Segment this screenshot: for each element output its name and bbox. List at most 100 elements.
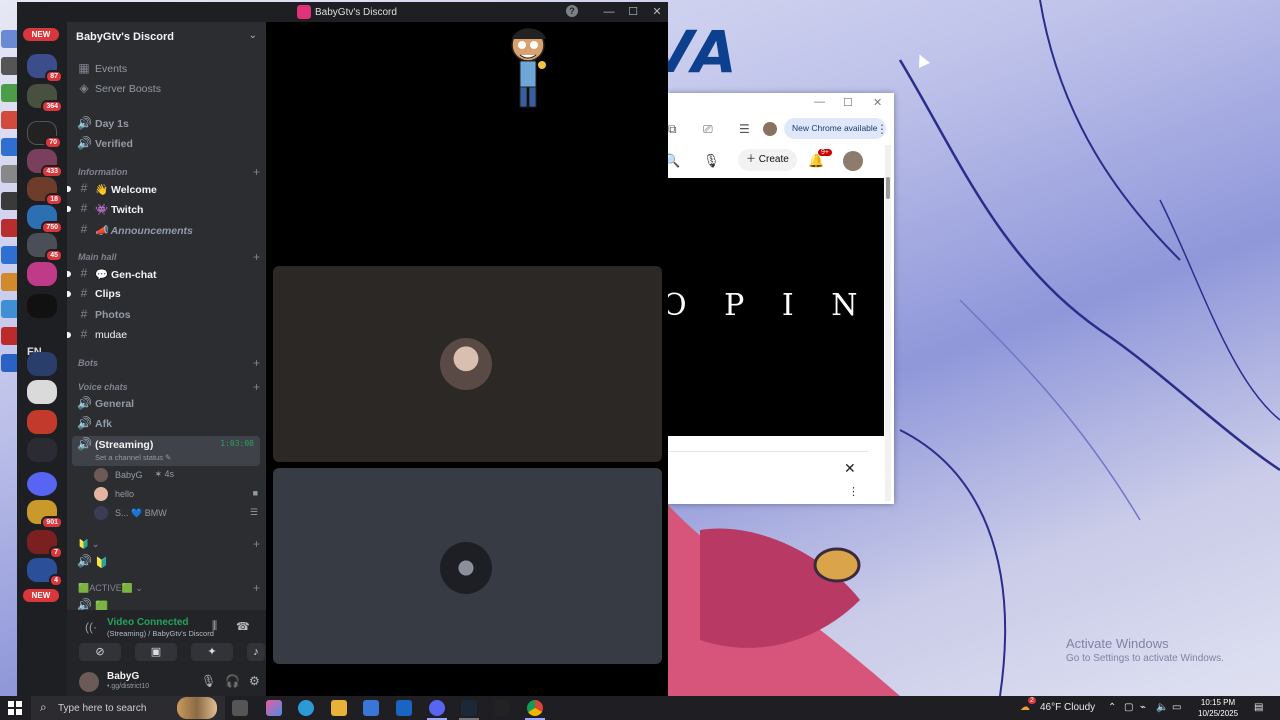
server-icon[interactable] [27, 380, 57, 404]
voice-channel-day-1s[interactable]: 🔊 Day 1s [67, 115, 266, 133]
notifications-icon[interactable]: ▤ [1254, 702, 1263, 713]
category-bots[interactable]: Bots + [67, 355, 266, 373]
media-control-icon[interactable]: ☰ [739, 122, 750, 136]
server-icon[interactable] [27, 352, 57, 376]
disconnect-icon[interactable]: ☎ [236, 620, 250, 633]
new-badge[interactable]: NEW [23, 589, 59, 602]
maximize-button[interactable]: ☐ [626, 5, 640, 19]
taskbar-clock[interactable]: 10:15 PM 10/25/2025 [1198, 697, 1238, 719]
folder-icon[interactable] [27, 472, 57, 496]
server-icon[interactable]: 7 [27, 530, 63, 559]
weather-text[interactable]: 46°F Cloudy [1040, 702, 1095, 713]
menu-kebab-icon[interactable]: ⋮ [876, 122, 888, 136]
server-icon[interactable] [27, 262, 57, 286]
minimize-button[interactable]: — [602, 5, 616, 19]
start-button[interactable] [8, 701, 22, 715]
server-icon[interactable] [27, 410, 57, 434]
noise-suppression-icon[interactable]: ⫼ [212, 620, 217, 633]
guild-header[interactable]: BabyGtv's Discord ⌄ [67, 22, 266, 52]
help-icon[interactable]: ? [566, 5, 578, 17]
channel-status-link[interactable]: Set a channel status ✎ [95, 453, 171, 462]
video-tile-user[interactable] [273, 468, 662, 664]
minimize-button[interactable]: — [814, 96, 825, 108]
voice-user[interactable]: hello ■ [67, 485, 266, 503]
extension-icon[interactable]: ⧉ [668, 122, 677, 137]
task-view-icon[interactable] [232, 700, 248, 716]
chrome-icon[interactable] [527, 700, 543, 716]
voice-channel-unnamed[interactable]: 🔊 🔰 [67, 553, 266, 571]
text-channel-welcome[interactable]: # 👋 Welcome [67, 180, 266, 198]
discord-taskbar-icon[interactable] [429, 700, 445, 716]
server-icon[interactable]: 901 [27, 500, 63, 529]
text-channel-photos[interactable]: # Photos [67, 306, 266, 324]
server-icon[interactable]: 18 [27, 177, 63, 206]
video-player[interactable]: O P I N [668, 178, 884, 436]
text-channel-gen-chat[interactable]: # 💬 Gen-chat [67, 265, 266, 283]
chevron-up-icon[interactable]: ⌃ [1108, 702, 1116, 713]
server-icon[interactable]: 4 [27, 558, 63, 587]
soundboard-button[interactable]: ♪ [247, 643, 265, 661]
add-channel-icon[interactable]: + [253, 250, 260, 264]
server-icon[interactable] [27, 294, 57, 318]
add-channel-icon[interactable]: + [253, 165, 260, 179]
search-icon[interactable]: 🔍 [668, 153, 680, 169]
headphones-icon[interactable]: 🎧 [225, 674, 240, 688]
text-channel-announcements[interactable]: # 📣 Announcements [67, 221, 266, 239]
text-channel-mudae[interactable]: # mudae [67, 326, 266, 344]
server-icon[interactable]: 70 [27, 121, 62, 149]
activities-button[interactable]: ✦ [191, 643, 233, 661]
maximize-button[interactable]: ☐ [843, 96, 853, 109]
category-unnamed[interactable]: 🔰 ⌄ + [67, 536, 266, 554]
sidebar-item-server-boosts[interactable]: ◈ Server Boosts [67, 80, 266, 98]
outlook-icon[interactable] [396, 700, 412, 716]
avatar[interactable] [843, 151, 863, 171]
sidebar-item-events[interactable]: ▦ Events [67, 60, 266, 78]
scrollbar-thumb[interactable] [886, 177, 890, 199]
new-badge[interactable]: NEW [23, 28, 59, 41]
add-channel-icon[interactable]: + [253, 380, 260, 394]
scrollbar[interactable] [885, 145, 891, 501]
text-channel-clips[interactable]: # Clips [67, 285, 266, 303]
copilot-icon[interactable] [266, 700, 282, 716]
server-icon[interactable]: 750 [27, 205, 63, 234]
create-button[interactable]: ＋ Create [738, 149, 797, 171]
new-chrome-available-button[interactable]: New Chrome available [784, 118, 886, 139]
store-icon[interactable] [363, 700, 379, 716]
camera-off-button[interactable]: ⊘ [79, 643, 121, 661]
menu-kebab-icon[interactable]: ⋮ [848, 485, 859, 498]
edge-icon[interactable] [298, 700, 314, 716]
file-explorer-icon[interactable] [331, 700, 347, 716]
gear-icon[interactable]: ⚙ [249, 674, 260, 688]
close-icon[interactable]: ✕ [844, 460, 856, 477]
microphone-icon[interactable]: 🎙 [201, 674, 216, 688]
microphone-icon[interactable]: 🎙 [703, 153, 720, 169]
voice-channel-afk[interactable]: 🔊 Afk [67, 415, 266, 433]
avatar[interactable] [79, 672, 99, 692]
network-icon[interactable]: ⌁ [1140, 702, 1146, 713]
server-icon[interactable]: 364 [27, 84, 63, 113]
video-tile-babyg[interactable] [273, 266, 662, 462]
volume-icon[interactable]: 🔈 [1156, 702, 1168, 713]
tray-icon[interactable]: ▢ [1124, 702, 1133, 713]
voice-user[interactable]: BabyG ✶ 4s [67, 466, 266, 484]
add-channel-icon[interactable]: + [253, 581, 260, 595]
screen-share-button[interactable]: ▣ [135, 643, 177, 661]
voice-status[interactable]: Video Connected [107, 617, 189, 628]
battery-icon[interactable]: ▭ [1172, 702, 1181, 713]
cast-icon[interactable]: ⎚ [703, 122, 713, 137]
profile-avatar[interactable] [763, 122, 777, 136]
close-button[interactable]: ✕ [873, 96, 882, 109]
weather-icon[interactable]: ☁ [1020, 702, 1030, 713]
voice-channel-streaming[interactable]: 🔊 (Streaming) 1:03:08 Set a channel stat… [72, 436, 260, 466]
add-channel-icon[interactable]: + [253, 356, 260, 370]
app-icon[interactable] [494, 700, 510, 716]
voice-user[interactable]: S... 💙 BMW ☰ [67, 504, 266, 522]
close-button[interactable]: ✕ [650, 5, 664, 19]
server-icon[interactable]: 87 [27, 54, 63, 83]
voice-channel-path[interactable]: (Streaming) / BabyGtv's Discord [107, 629, 214, 638]
server-icon[interactable]: 433 [27, 149, 63, 178]
steam-icon[interactable] [461, 700, 477, 716]
add-channel-icon[interactable]: + [253, 537, 260, 551]
category-active[interactable]: 🟩ACTIVE🟩 ⌄ + [67, 580, 266, 598]
server-icon[interactable]: 45 [27, 233, 63, 262]
